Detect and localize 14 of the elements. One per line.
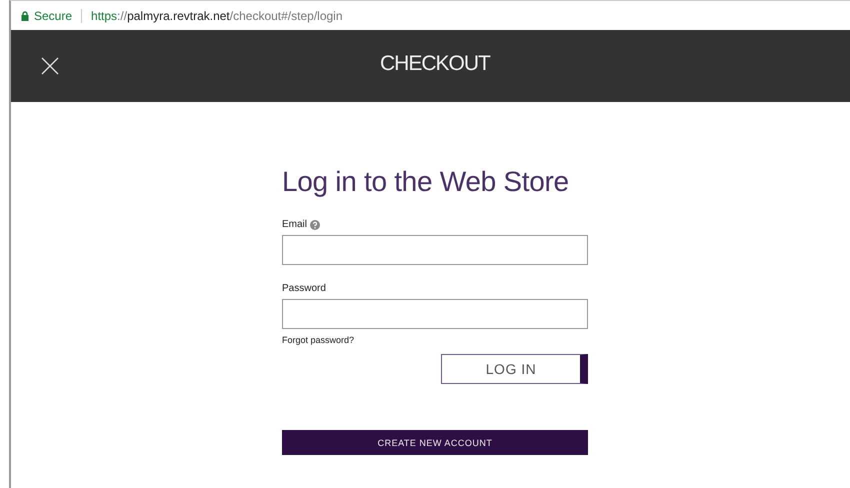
url-text[interactable]: https://palmyra.revtrak.net/checkout#/step/login [91, 8, 343, 22]
input-field[interactable] [282, 299, 588, 329]
create-account-button[interactable]: CREATE NEW ACCOUNT [282, 430, 588, 455]
close-icon[interactable] [41, 57, 59, 75]
login-button[interactable]: LOG IN [441, 354, 588, 384]
secure-label: Secure [34, 8, 72, 22]
input-field[interactable] [282, 235, 588, 265]
page-title: CHECKOUT [380, 52, 490, 76]
field-label: Email [282, 219, 308, 230]
help-icon[interactable] [310, 220, 320, 230]
heading: Log in to the Web Store [282, 166, 570, 198]
lock-icon [21, 10, 29, 20]
forgot-password-link[interactable]: Forgot password? [282, 335, 354, 345]
field-label: Password [282, 283, 326, 294]
